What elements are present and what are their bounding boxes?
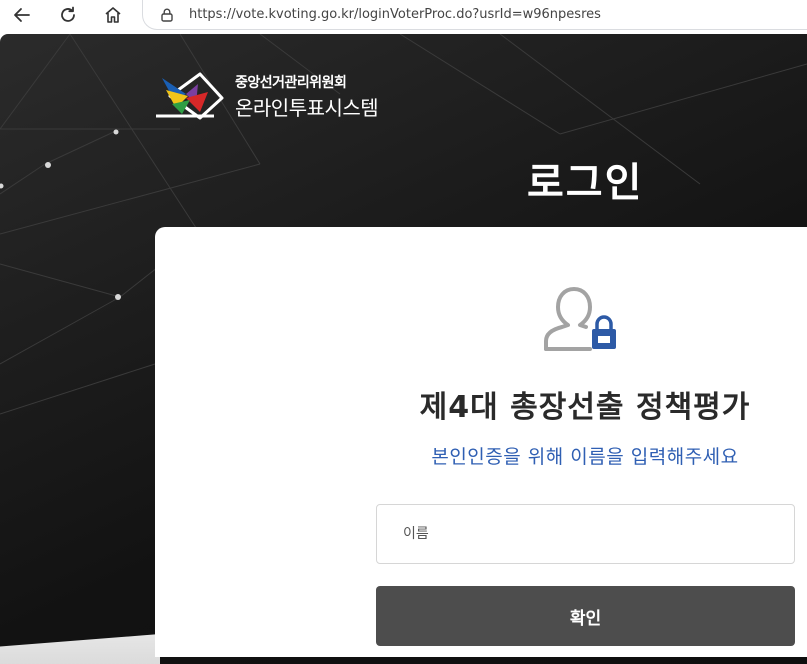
address-bar[interactable]: https://vote.kvoting.go.kr/loginVoterPro… [142, 0, 807, 30]
nec-logo [156, 72, 224, 120]
instruction-text: 본인인증을 위해 이름을 입력해주세요 [431, 446, 739, 468]
system-name: 온라인투표시스템 [235, 96, 379, 120]
url-text[interactable]: https://vote.kvoting.go.kr/loginVoterPro… [189, 7, 601, 22]
confirm-button[interactable]: 확인 [376, 586, 795, 646]
back-arrow-icon[interactable] [8, 2, 36, 28]
user-lock-icon [544, 287, 616, 351]
name-input[interactable] [376, 504, 795, 564]
org-name: 중앙선거관리위원회 [235, 75, 347, 91]
page-title: 로그인 [527, 160, 644, 206]
election-title: 제4대 총장선출 정책평가 [419, 390, 751, 425]
reload-icon[interactable] [54, 2, 82, 28]
home-icon[interactable] [99, 2, 127, 28]
lock-icon[interactable] [159, 7, 175, 23]
browser-toolbar: https://vote.kvoting.go.kr/loginVoterPro… [0, 0, 807, 30]
